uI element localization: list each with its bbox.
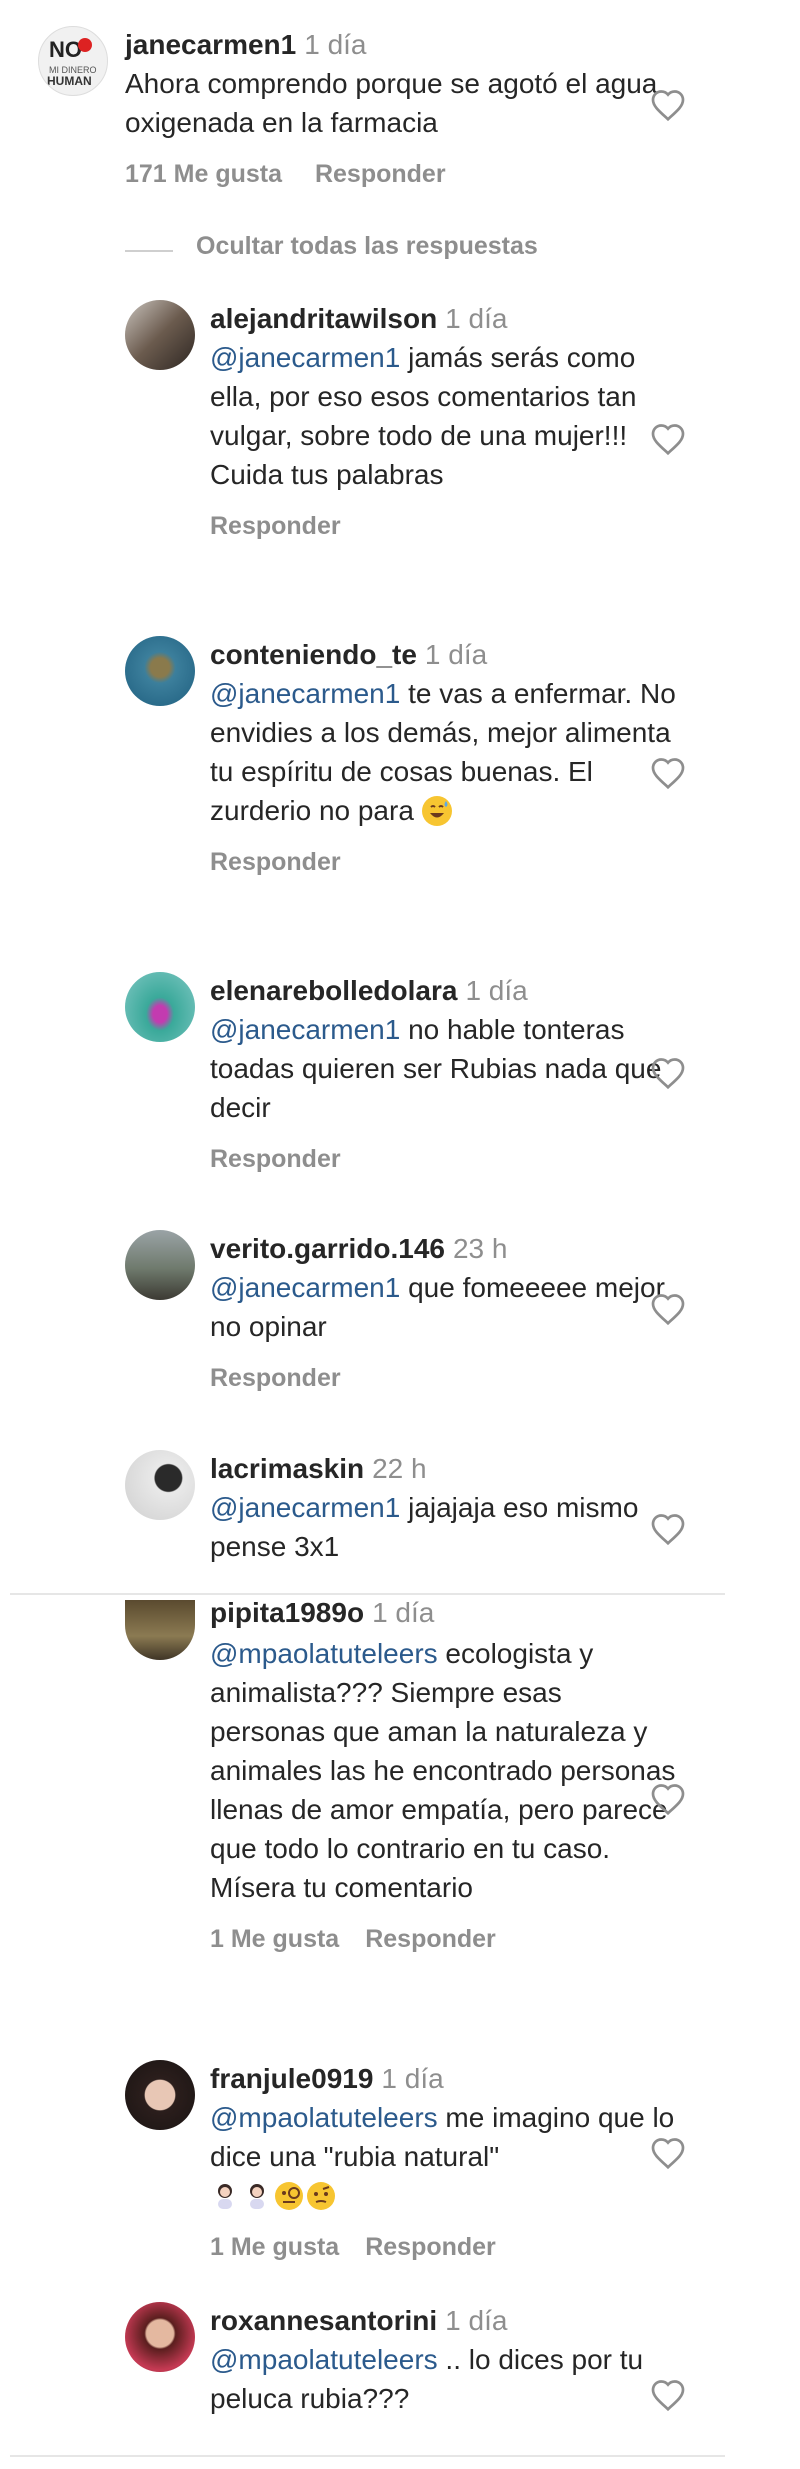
heart-outline-icon[interactable] [650, 1292, 686, 1326]
comment-body: ecologista y animalista??? Siempre esas … [210, 1638, 676, 1903]
face-raised-eyebrow-emoji [306, 2181, 336, 2211]
heart-outline-icon[interactable] [650, 756, 686, 790]
timestamp: 1 día [381, 2063, 444, 2094]
heart-outline-icon[interactable] [650, 1512, 686, 1546]
comment-text: @janecarmen1 te vas a enfermar. No envid… [210, 674, 680, 830]
heart-outline-icon[interactable] [650, 88, 686, 122]
avatar[interactable] [125, 2302, 195, 2372]
divider [10, 1593, 725, 1595]
face-with-monocle-emoji [274, 2181, 304, 2211]
timestamp: 1 día [465, 975, 528, 1006]
timestamp: 1 día [445, 2305, 508, 2336]
timestamp: 1 día [304, 29, 367, 60]
timestamp: 23 h [452, 1233, 508, 1264]
svg-text:HUMAN: HUMAN [47, 74, 92, 88]
username[interactable]: alejandritawilson [210, 303, 437, 334]
like-count[interactable]: 171 Me gusta [125, 160, 282, 188]
mention-link[interactable]: @janecarmen1 [210, 678, 400, 709]
hide-replies-line [125, 250, 173, 252]
reply-button[interactable]: Responder [210, 512, 341, 540]
avatar[interactable]: NO MI DINERO HUMAN [38, 26, 108, 96]
like-count[interactable]: 1 Me gusta [210, 1925, 339, 1953]
username[interactable]: conteniendo_te [210, 639, 417, 670]
comment-text: @janecarmen1 no hable tonteras toadas qu… [210, 1010, 680, 1127]
avatar[interactable] [125, 1450, 195, 1520]
reply-button[interactable]: Responder [365, 1925, 496, 1953]
comment-text: @mpaolatuteleers .. lo dices por tu pelu… [210, 2340, 680, 2418]
reply-button[interactable]: Responder [365, 2233, 496, 2261]
timestamp: 1 día [372, 1597, 435, 1628]
like-count[interactable]: 1 Me gusta [210, 2233, 339, 2261]
reply-button[interactable]: Responder [210, 848, 341, 876]
heart-outline-icon[interactable] [650, 422, 686, 456]
username[interactable]: roxannesantorini [210, 2305, 437, 2336]
woman-gesture-emoji [242, 2181, 272, 2211]
avatar[interactable] [125, 1600, 195, 1660]
username[interactable]: elenarebolledolara [210, 975, 457, 1006]
reply-button[interactable]: Responder [315, 160, 446, 188]
comment-text: @janecarmen1 que fomeeeee mejor no opina… [210, 1268, 680, 1346]
comment-text: @janecarmen1 jajajaja eso mismo pense 3x… [210, 1488, 680, 1566]
svg-text:NO: NO [49, 37, 82, 62]
avatar[interactable] [125, 636, 195, 706]
heart-outline-icon[interactable] [650, 1782, 686, 1816]
woman-gesture-emoji [210, 2181, 240, 2211]
timestamp: 1 día [445, 303, 508, 334]
comment-text: @janecarmen1 jamás serás como ella, por … [210, 338, 680, 494]
mention-link[interactable]: @janecarmen1 [210, 342, 400, 373]
username[interactable]: franjule0919 [210, 2063, 373, 2094]
mention-link[interactable]: @mpaolatuteleers [210, 2344, 438, 2375]
heart-outline-icon[interactable] [650, 1056, 686, 1090]
comment-text: @mpaolatuteleers me imagino que lo dice … [210, 2098, 680, 2215]
avatar[interactable] [125, 300, 195, 370]
mention-link[interactable]: @mpaolatuteleers [210, 1638, 438, 1669]
timestamp: 22 h [372, 1453, 427, 1484]
grinning-sweat-emoji [421, 796, 452, 826]
username[interactable]: janecarmen1 [125, 29, 296, 60]
avatar[interactable] [125, 1230, 195, 1300]
reply-button[interactable]: Responder [210, 1145, 341, 1173]
mention-link[interactable]: @janecarmen1 [210, 1014, 400, 1045]
mention-link[interactable]: @mpaolatuteleers [210, 2102, 438, 2133]
username[interactable]: pipita1989o [210, 1597, 364, 1628]
timestamp: 1 día [424, 639, 488, 670]
avatar[interactable] [125, 972, 195, 1042]
username[interactable]: verito.garrido.146 [210, 1233, 445, 1264]
comment-text: @mpaolatuteleers ecologista y animalista… [210, 1634, 680, 1907]
reply-button[interactable]: Responder [210, 1364, 341, 1392]
divider [10, 2455, 725, 2457]
avatar[interactable] [125, 2060, 195, 2130]
username[interactable]: lacrimaskin [210, 1453, 364, 1484]
comment-text: Ahora comprendo porque se agotó el agua … [125, 68, 658, 138]
heart-outline-icon[interactable] [650, 2136, 686, 2170]
hide-replies-button[interactable]: Ocultar todas las respuestas [196, 232, 538, 261]
mention-link[interactable]: @janecarmen1 [210, 1492, 400, 1523]
heart-outline-icon[interactable] [650, 2378, 686, 2412]
mention-link[interactable]: @janecarmen1 [210, 1272, 400, 1303]
